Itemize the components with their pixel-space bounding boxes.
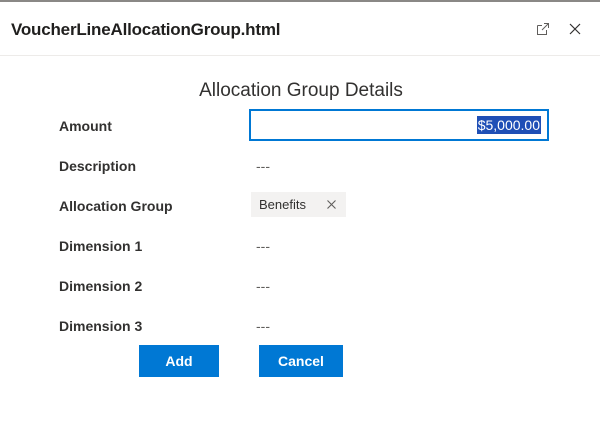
form-title: Allocation Group Details — [0, 80, 600, 102]
popout-icon — [537, 23, 549, 35]
description-label: Description — [59, 158, 137, 174]
amount-value: $5,000.00 — [476, 116, 541, 134]
dialog-header: VoucherLineAllocationGroup.html — [0, 2, 600, 56]
close-icon — [569, 23, 581, 35]
dimension1-label: Dimension 1 — [59, 238, 143, 254]
amount-input[interactable]: $5,000.00 — [249, 109, 549, 141]
dimension2-label: Dimension 2 — [59, 278, 143, 294]
dimension3-value: --- — [256, 318, 270, 334]
dimension2-value: --- — [256, 278, 270, 294]
allocation-group-tag: Benefits — [251, 192, 346, 217]
amount-label: Amount — [59, 118, 112, 134]
tag-remove-icon[interactable] — [326, 199, 337, 210]
allocation-group-label: Allocation Group — [59, 198, 173, 214]
form-title-text: Allocation Group Details — [199, 80, 403, 101]
description-value: --- — [256, 158, 270, 174]
dialog-title: VoucherLineAllocationGroup.html — [11, 20, 281, 39]
popout-button[interactable] — [532, 18, 554, 40]
allocation-group-tag-label: Benefits — [259, 197, 306, 212]
cancel-button[interactable]: Cancel — [259, 345, 343, 377]
add-button[interactable]: Add — [139, 345, 219, 377]
close-button[interactable] — [564, 18, 586, 40]
dimension1-value: --- — [256, 238, 270, 254]
dimension3-label: Dimension 3 — [59, 318, 143, 334]
